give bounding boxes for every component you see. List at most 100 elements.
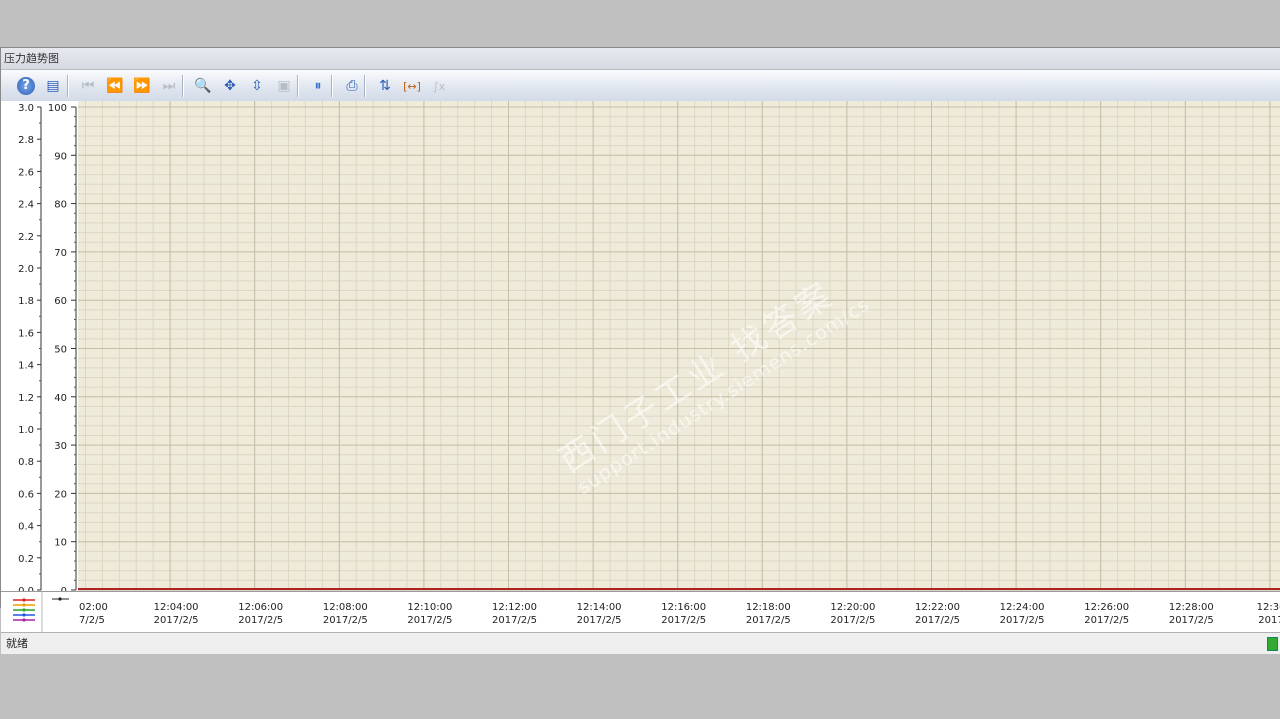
- x-tick-label: 12:16:00 2017/2/5: [654, 601, 714, 627]
- rewind-icon: ⏪: [106, 78, 124, 94]
- x-tick-date: 2017/2/5: [576, 615, 622, 626]
- window-title: 压力趋势图: [1, 48, 1280, 70]
- x-tick-time: 02:00: [79, 602, 108, 613]
- status-connection-icon: [1267, 637, 1278, 651]
- inner-tick-label: 30: [54, 441, 67, 452]
- inner-tick-label: 90: [54, 151, 67, 162]
- x-tick-date: 2017/2/5: [830, 615, 876, 626]
- legend-icon[interactable]: [1, 592, 78, 633]
- ruler-button[interactable]: ⇅: [374, 75, 396, 97]
- next-data-button[interactable]: ⏩: [131, 75, 153, 97]
- ruler-icon: ⇳: [251, 78, 263, 94]
- previous-data-button[interactable]: ⏪: [104, 75, 126, 97]
- x-tick-label: 12:04:00 2017/2/5: [146, 601, 206, 627]
- toolbar-separator: [297, 75, 298, 97]
- time-axis-marker-dot: [58, 597, 62, 601]
- x-tick-date: 2017/2/5: [153, 615, 199, 626]
- x-tick-label: 12:18:00 2017/2/5: [738, 601, 798, 627]
- outer-tick-label: 2.8: [18, 135, 34, 146]
- x-tick-label: 12:06:00 2017/2/5: [231, 601, 291, 627]
- inner-tick-label: 20: [54, 489, 67, 500]
- inner-tick-label: 60: [54, 296, 67, 307]
- x-tick-time: 12:30:0: [1256, 602, 1280, 613]
- x-tick-label: 12:30:0 2017/2: [1246, 601, 1280, 627]
- x-tick-date: 2017/2/5: [915, 615, 960, 626]
- zoom-value-axis-button[interactable]: ⇳: [246, 75, 268, 97]
- config-dialog-icon: ▤: [46, 78, 60, 94]
- x-tick-label: 12:28:00 2017/2/5: [1161, 601, 1221, 627]
- bracket-range-icon: [↔]: [403, 79, 421, 93]
- legend-marker: [22, 608, 26, 612]
- integral-icon: ∫x: [432, 79, 446, 93]
- outer-tick-label: 1.2: [18, 393, 34, 404]
- x-tick-date: 7/2/5: [79, 615, 105, 626]
- outer-tick-label: 0.6: [18, 489, 34, 500]
- toolbar: ? ▤ ⏮ ⏪ ⏩ ⏭ 🔍 ✥ ⇳ ▣ ⏸ ⎙ ⇅ [↔] ∫x: [1, 70, 1280, 102]
- outer-tick-label: 1.8: [18, 296, 34, 307]
- x-tick-label: 12:08:00 2017/2/5: [315, 601, 375, 627]
- outer-tick-label: 1.6: [18, 328, 34, 339]
- x-tick-time: 12:06:00: [238, 602, 284, 613]
- outer-tick-label: 2.4: [18, 200, 34, 211]
- outer-tick-label: 0.4: [18, 522, 34, 533]
- inner-tick-label: 50: [54, 345, 67, 356]
- x-tick-time: 12:24:00: [999, 602, 1045, 613]
- statistics-button[interactable]: ∫x: [428, 75, 450, 97]
- outer-tick-label: 0.8: [18, 457, 34, 468]
- last-data-button[interactable]: ⏭: [158, 75, 180, 97]
- move-area-button[interactable]: ✥: [219, 75, 241, 97]
- toolbar-separator: [67, 75, 68, 97]
- zoom-area-button[interactable]: 🔍: [192, 75, 214, 97]
- pause-icon: ⏸: [314, 78, 322, 94]
- legend-marker: [22, 598, 26, 602]
- trend-window: 压力趋势图 ?▤⏮⏪⏩⏭🔍✥⇳▣⏸⎙⇅[↔]∫x 0.00.20.40.60.8…: [0, 47, 1280, 654]
- x-tick-date: 2017/2/5: [407, 615, 453, 626]
- inner-tick-label: 100: [48, 103, 67, 114]
- status-text: 就绪: [6, 637, 28, 650]
- help-icon: ?: [17, 77, 35, 95]
- x-tick-label: 12:12:00 2017/2/5: [485, 601, 545, 627]
- y-axes-svg: 0.00.20.40.60.81.01.21.41.61.82.02.22.42…: [18, 103, 77, 597]
- config-button[interactable]: ▤: [42, 75, 64, 97]
- legend-marker: [22, 613, 26, 617]
- select-range-button[interactable]: [↔]: [401, 75, 423, 97]
- x-tick-label: 12:26:00 2017/2/5: [1077, 601, 1137, 627]
- x-tick-label: 12:22:00 2017/2/5: [908, 601, 968, 627]
- toolbar-separator: [364, 75, 365, 97]
- outer-tick-label: 2.6: [18, 167, 34, 178]
- toolbar-separator: [182, 75, 183, 97]
- outer-tick-label: 2.0: [18, 264, 34, 275]
- x-tick-label: 12:20:00 2017/2/5: [823, 601, 883, 627]
- legend-marker: [22, 603, 26, 607]
- time-axis-area: 02:00 7/2/5 12:04:00 2017/2/5 12:06:00 2017/2…: [1, 591, 1280, 633]
- x-tick-date: 2017/2/5: [745, 615, 791, 626]
- x-tick-time: 12:26:00: [1084, 602, 1130, 613]
- help-button[interactable]: ?: [15, 75, 37, 97]
- first-data-button[interactable]: ⏮: [77, 75, 99, 97]
- outer-tick-label: 1.4: [18, 361, 34, 372]
- status-bar: 就绪: [1, 632, 1280, 654]
- ruler-line-icon: ⇅: [379, 78, 391, 94]
- inner-tick-label: 40: [54, 393, 67, 404]
- outer-tick-label: 0.2: [18, 554, 34, 565]
- move-icon: ✥: [224, 78, 236, 94]
- inner-tick-label: 70: [54, 248, 67, 259]
- zoom-icon: 🔍: [194, 78, 212, 94]
- x-tick-time: 12:22:00: [915, 602, 960, 613]
- x-tick-time: 12:14:00: [576, 602, 622, 613]
- plot-grid: [78, 101, 1280, 591]
- plot-area[interactable]: 西门子工业 找答案 support.industry.siemens.com/c…: [78, 101, 1280, 591]
- legend-marker: [22, 618, 26, 622]
- original-view-button[interactable]: ▣: [273, 75, 295, 97]
- x-tick-time: 12:12:00: [492, 602, 537, 613]
- x-tick-date: 2017/2/5: [1084, 615, 1130, 626]
- print-button[interactable]: ⎙: [341, 75, 363, 97]
- stop-start-button[interactable]: ⏸: [307, 75, 329, 97]
- outer-tick-label: 2.2: [18, 232, 34, 243]
- x-tick-time: 12:16:00: [661, 602, 707, 613]
- x-tick-date: 2017/2/5: [661, 615, 707, 626]
- x-tick-date: 2017/2/5: [1168, 615, 1214, 626]
- x-tick-date: 2017/2/5: [322, 615, 368, 626]
- outer-tick-label: 1.0: [18, 425, 34, 436]
- x-tick-label: 12:10:00 2017/2/5: [400, 601, 460, 627]
